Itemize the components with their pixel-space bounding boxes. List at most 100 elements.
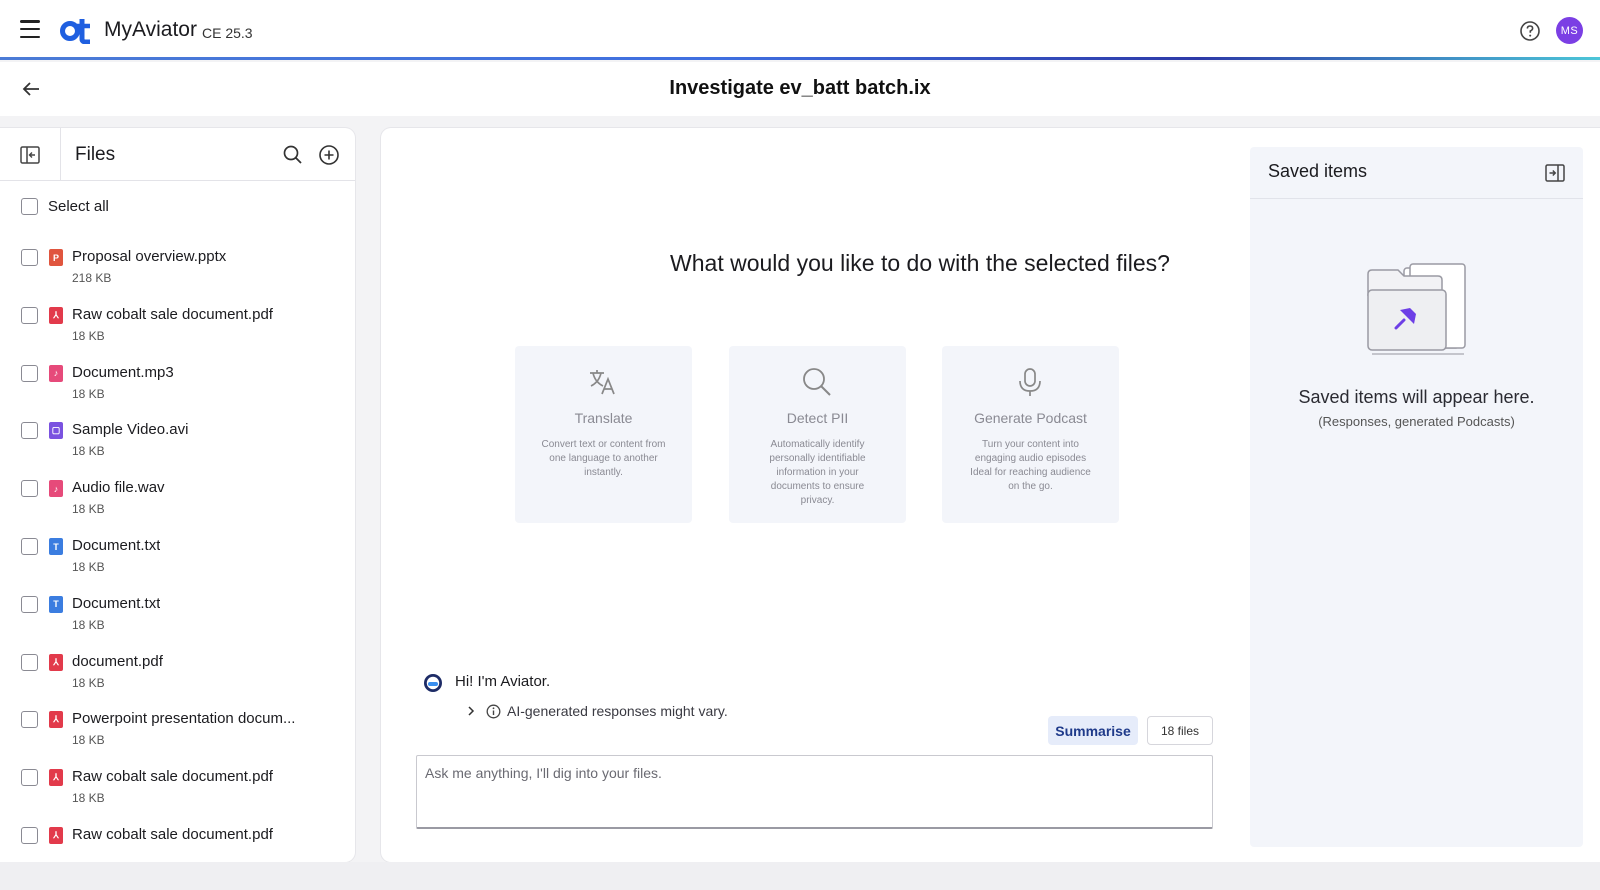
file-row[interactable]: ⅄ document.pdf 18 KB [0, 650, 355, 708]
file-row[interactable]: ⅄ Raw cobalt sale document.pdf 18 KB [0, 765, 355, 823]
file-checkbox[interactable] [21, 711, 38, 729]
translate-description: Convert text or content from one languag… [541, 439, 666, 478]
file-name: Audio file.wav [72, 479, 165, 497]
file-checkbox[interactable] [21, 249, 38, 266]
collapse-files-button[interactable] [0, 128, 61, 181]
text-icon: T [49, 595, 63, 613]
top-bar: MyAviator CE 25.3 MS [0, 0, 1600, 60]
page-title: Investigate ev_batt batch.ix [669, 77, 931, 99]
detect-pii-card[interactable]: Detect PII Automatically identify person… [729, 346, 906, 523]
generate-podcast-card[interactable]: Generate Podcast Turn your content into … [942, 346, 1119, 523]
pdf-icon: ⅄ [49, 827, 63, 844]
folder-pin-icon [1367, 263, 1466, 355]
translate-icon [590, 370, 615, 395]
microphone-icon [1019, 368, 1041, 396]
summarise-button[interactable]: Summarise [1048, 716, 1138, 745]
audio-icon: ♪ [49, 364, 63, 382]
file-checkbox[interactable] [21, 306, 38, 324]
pdf-icon: ⅄ [49, 653, 63, 671]
file-name: Document.txt [72, 537, 161, 554]
file-size: 18 KB [72, 560, 105, 574]
file-size: 218 KB [72, 271, 112, 285]
collapse-panel-icon [20, 145, 40, 164]
file-checkbox[interactable] [21, 364, 38, 382]
saved-empty-subtitle: (Responses, generated Podcasts) [1318, 414, 1515, 429]
file-row[interactable]: ▢ Sample Video.avi 18 KB [0, 418, 355, 476]
file-size: 18 KB [72, 675, 105, 690]
files-panel: Files Select all P Proposal overview.pptx… [0, 128, 355, 862]
file-row[interactable]: T Document.txt 18 KB [0, 534, 355, 592]
file-checkbox[interactable] [21, 422, 38, 440]
text-icon: T [49, 538, 63, 555]
select-all-row[interactable]: Select all [21, 198, 109, 215]
file-name: Raw cobalt sale document.pdf [72, 768, 273, 786]
bot-greeting: Hi! I'm Aviator. [455, 673, 551, 690]
detect-pii-title: Detect PII [786, 410, 849, 426]
user-avatar[interactable]: MS [1556, 17, 1583, 44]
pdf-icon: ⅄ [49, 769, 63, 787]
help-icon[interactable] [1519, 20, 1541, 42]
detect-pii-description: Automatically identify personally identi… [769, 439, 866, 506]
file-checkbox[interactable] [21, 480, 38, 498]
title-bar: Investigate ev_batt batch.ix [0, 62, 1600, 116]
generate-podcast-title: Generate Podcast [974, 410, 1087, 426]
add-file-icon[interactable] [318, 144, 340, 166]
file-name: Proposal overview.pptx [72, 248, 227, 265]
file-row[interactable]: T Document.txt 18 KB [0, 592, 355, 650]
opentext-logo-icon [60, 19, 90, 44]
file-size: 18 KB [72, 502, 105, 517]
app-title: MyAviator [104, 18, 197, 41]
file-row[interactable]: ⅄ Powerpoint presentation docum... 18 KB [0, 707, 355, 765]
file-size: 18 KB [72, 733, 105, 748]
file-name: Raw cobalt sale document.pdf [72, 305, 273, 323]
file-name: document.pdf [72, 652, 163, 670]
search-icon[interactable] [282, 144, 303, 165]
file-row[interactable]: P Proposal overview.pptx 218 KB [0, 245, 355, 303]
files-header: Files [0, 128, 355, 181]
file-row[interactable]: ♪ Audio file.wav 18 KB [0, 476, 355, 534]
header-accent-line [0, 57, 1600, 60]
file-name: Sample Video.avi [72, 421, 189, 439]
translate-title: Translate [574, 410, 633, 426]
pdf-icon: ⅄ [49, 306, 63, 324]
file-row[interactable]: ⅄ Raw cobalt sale document.pdf 18 KB [0, 303, 355, 361]
file-name: Raw cobalt sale document.pdf [72, 826, 273, 843]
saved-items-header: Saved items [1250, 147, 1583, 199]
audio-icon: ♪ [49, 480, 63, 498]
info-icon [486, 704, 501, 719]
file-size: 18 KB [72, 444, 105, 459]
file-size: 18 KB [72, 386, 105, 401]
pptx-icon: P [49, 249, 63, 266]
saved-empty-title: Saved items will appear here. [1298, 387, 1535, 407]
saved-items-title: Saved items [1268, 161, 1368, 181]
ai-disclaimer: AI-generated responses might vary. [507, 703, 728, 719]
translate-card[interactable]: Translate Convert text or content from o… [515, 346, 692, 523]
file-row[interactable]: ⅄ Raw cobalt sale document.pdf [0, 823, 355, 862]
file-name: Document.mp3 [72, 363, 174, 381]
select-all-checkbox[interactable] [21, 198, 38, 215]
file-size: 18 KB [72, 617, 105, 632]
pdf-icon: ⅄ [49, 711, 63, 729]
file-checkbox[interactable] [21, 538, 38, 555]
file-checkbox[interactable] [21, 769, 38, 787]
collapse-panel-icon[interactable] [1545, 163, 1565, 183]
file-checkbox[interactable] [21, 653, 38, 671]
menu-icon[interactable] [20, 20, 40, 38]
files-count-chip[interactable]: 18 files [1147, 716, 1213, 745]
file-name: Powerpoint presentation docum... [72, 710, 296, 728]
file-checkbox[interactable] [21, 595, 38, 613]
video-icon: ▢ [49, 422, 63, 440]
chevron-right-icon[interactable] [465, 705, 477, 717]
aviator-bot-icon [424, 674, 442, 692]
files-title: Files [75, 144, 116, 165]
file-checkbox[interactable] [21, 827, 38, 844]
select-all-label: Select all [48, 198, 109, 215]
file-row[interactable]: ♪ Document.mp3 18 KB [0, 361, 355, 419]
file-size: 18 KB [72, 328, 105, 343]
chat-input[interactable]: Ask me anything, I'll dig into your file… [416, 755, 1213, 829]
file-name: Document.txt [72, 594, 161, 612]
file-size: 18 KB [72, 791, 105, 806]
saved-items-panel: Saved items Saved items will appear here… [1250, 147, 1583, 847]
app-version: CE 25.3 [202, 25, 253, 41]
generate-podcast-description: Turn your content into engaging audio ep… [970, 439, 1091, 492]
